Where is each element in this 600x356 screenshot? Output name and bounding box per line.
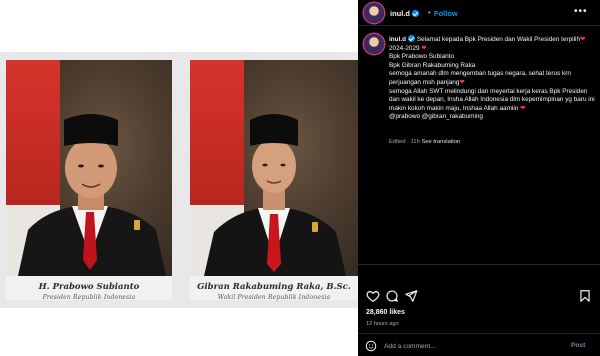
more-horizontal-icon[interactable]: ••• [574, 6, 588, 17]
president-figure [18, 114, 166, 276]
see-translation-link[interactable]: See translation [421, 139, 460, 145]
post-comment-button[interactable]: Post [571, 342, 585, 349]
portrait-role-left: Presiden Republik Indonesia [42, 294, 136, 301]
portrait-name-left: H. Prabowo Subianto [38, 282, 140, 292]
comment-icon[interactable] [385, 289, 399, 303]
comment-bar: Post [358, 333, 600, 356]
post-side-panel: inul.d • Follow ••• inul.d Selamat kepad… [358, 0, 600, 356]
caption-line: semoga amanah dlm mengemban tugas negara… [389, 70, 571, 86]
follow-button[interactable]: Follow [434, 9, 458, 18]
verified-badge-icon [412, 10, 419, 17]
bookmark-icon[interactable] [578, 289, 592, 303]
emoji-icon[interactable] [365, 340, 377, 352]
edited-time: Edited · 11h [389, 139, 420, 145]
share-icon[interactable] [404, 289, 418, 303]
comment-input[interactable] [384, 340, 554, 352]
post-time: 12 hours ago [366, 321, 399, 327]
portrait-vice-president: Gibran Rakabuming Raka, B.Sc. Wakil Pres… [190, 60, 358, 301]
caption-text: inul.d Selamat kepada Bpk Presiden dan W… [389, 35, 595, 122]
portrait-background [190, 60, 358, 276]
heart-emoji-icon: ❤ [580, 36, 586, 43]
caption-mentions[interactable]: @prabowo @gibran_rakabuming [389, 113, 595, 122]
post-header: inul.d • Follow ••• [358, 0, 600, 26]
portrait-role-right: Wakil Presiden Republik Indonesia [217, 294, 331, 301]
post-photo: H. Prabowo Subianto Presiden Republik In… [0, 52, 358, 308]
portrait-name-right: Gibran Rakabuming Raka, B.Sc. [197, 282, 351, 292]
verified-badge-icon [408, 35, 416, 42]
caption-line: Selamat kepada Bpk Presiden dan Wakil Pr… [416, 36, 580, 43]
header-username[interactable]: inul.d [390, 9, 419, 18]
username-text[interactable]: inul.d [390, 9, 410, 18]
dot-separator: • [428, 8, 431, 17]
avatar[interactable] [364, 34, 384, 54]
caption-meta: Edited · 11h See translation [389, 139, 460, 145]
post-actions: 28,860 likes 12 hours ago Post [358, 264, 600, 356]
heart-icon[interactable] [366, 289, 380, 303]
caption-line: Bpk Prabowo Subianto [389, 53, 455, 61]
caption-line: 2024-2029 [389, 44, 420, 52]
likes-count[interactable]: 28,860 likes [366, 309, 405, 316]
vice-president-figure [204, 114, 346, 276]
caption-block: inul.d Selamat kepada Bpk Presiden dan W… [358, 26, 600, 264]
avatar[interactable] [364, 3, 384, 23]
caption-username[interactable]: inul.d [389, 36, 406, 43]
heart-emoji-icon: ❤ [459, 78, 465, 86]
portrait-president: H. Prabowo Subianto Presiden Republik In… [6, 60, 172, 301]
caption-line: Bpk Gibran Rakabuming Raka [389, 61, 476, 69]
caption-line: semoga Allah SWT melindungi dan meyertai… [389, 87, 595, 112]
heart-emoji-icon: ❤ [421, 44, 427, 52]
heart-emoji-icon: ❤ [520, 104, 526, 112]
portrait-background [6, 60, 172, 276]
post-media[interactable]: H. Prabowo Subianto Presiden Republik In… [0, 0, 358, 356]
